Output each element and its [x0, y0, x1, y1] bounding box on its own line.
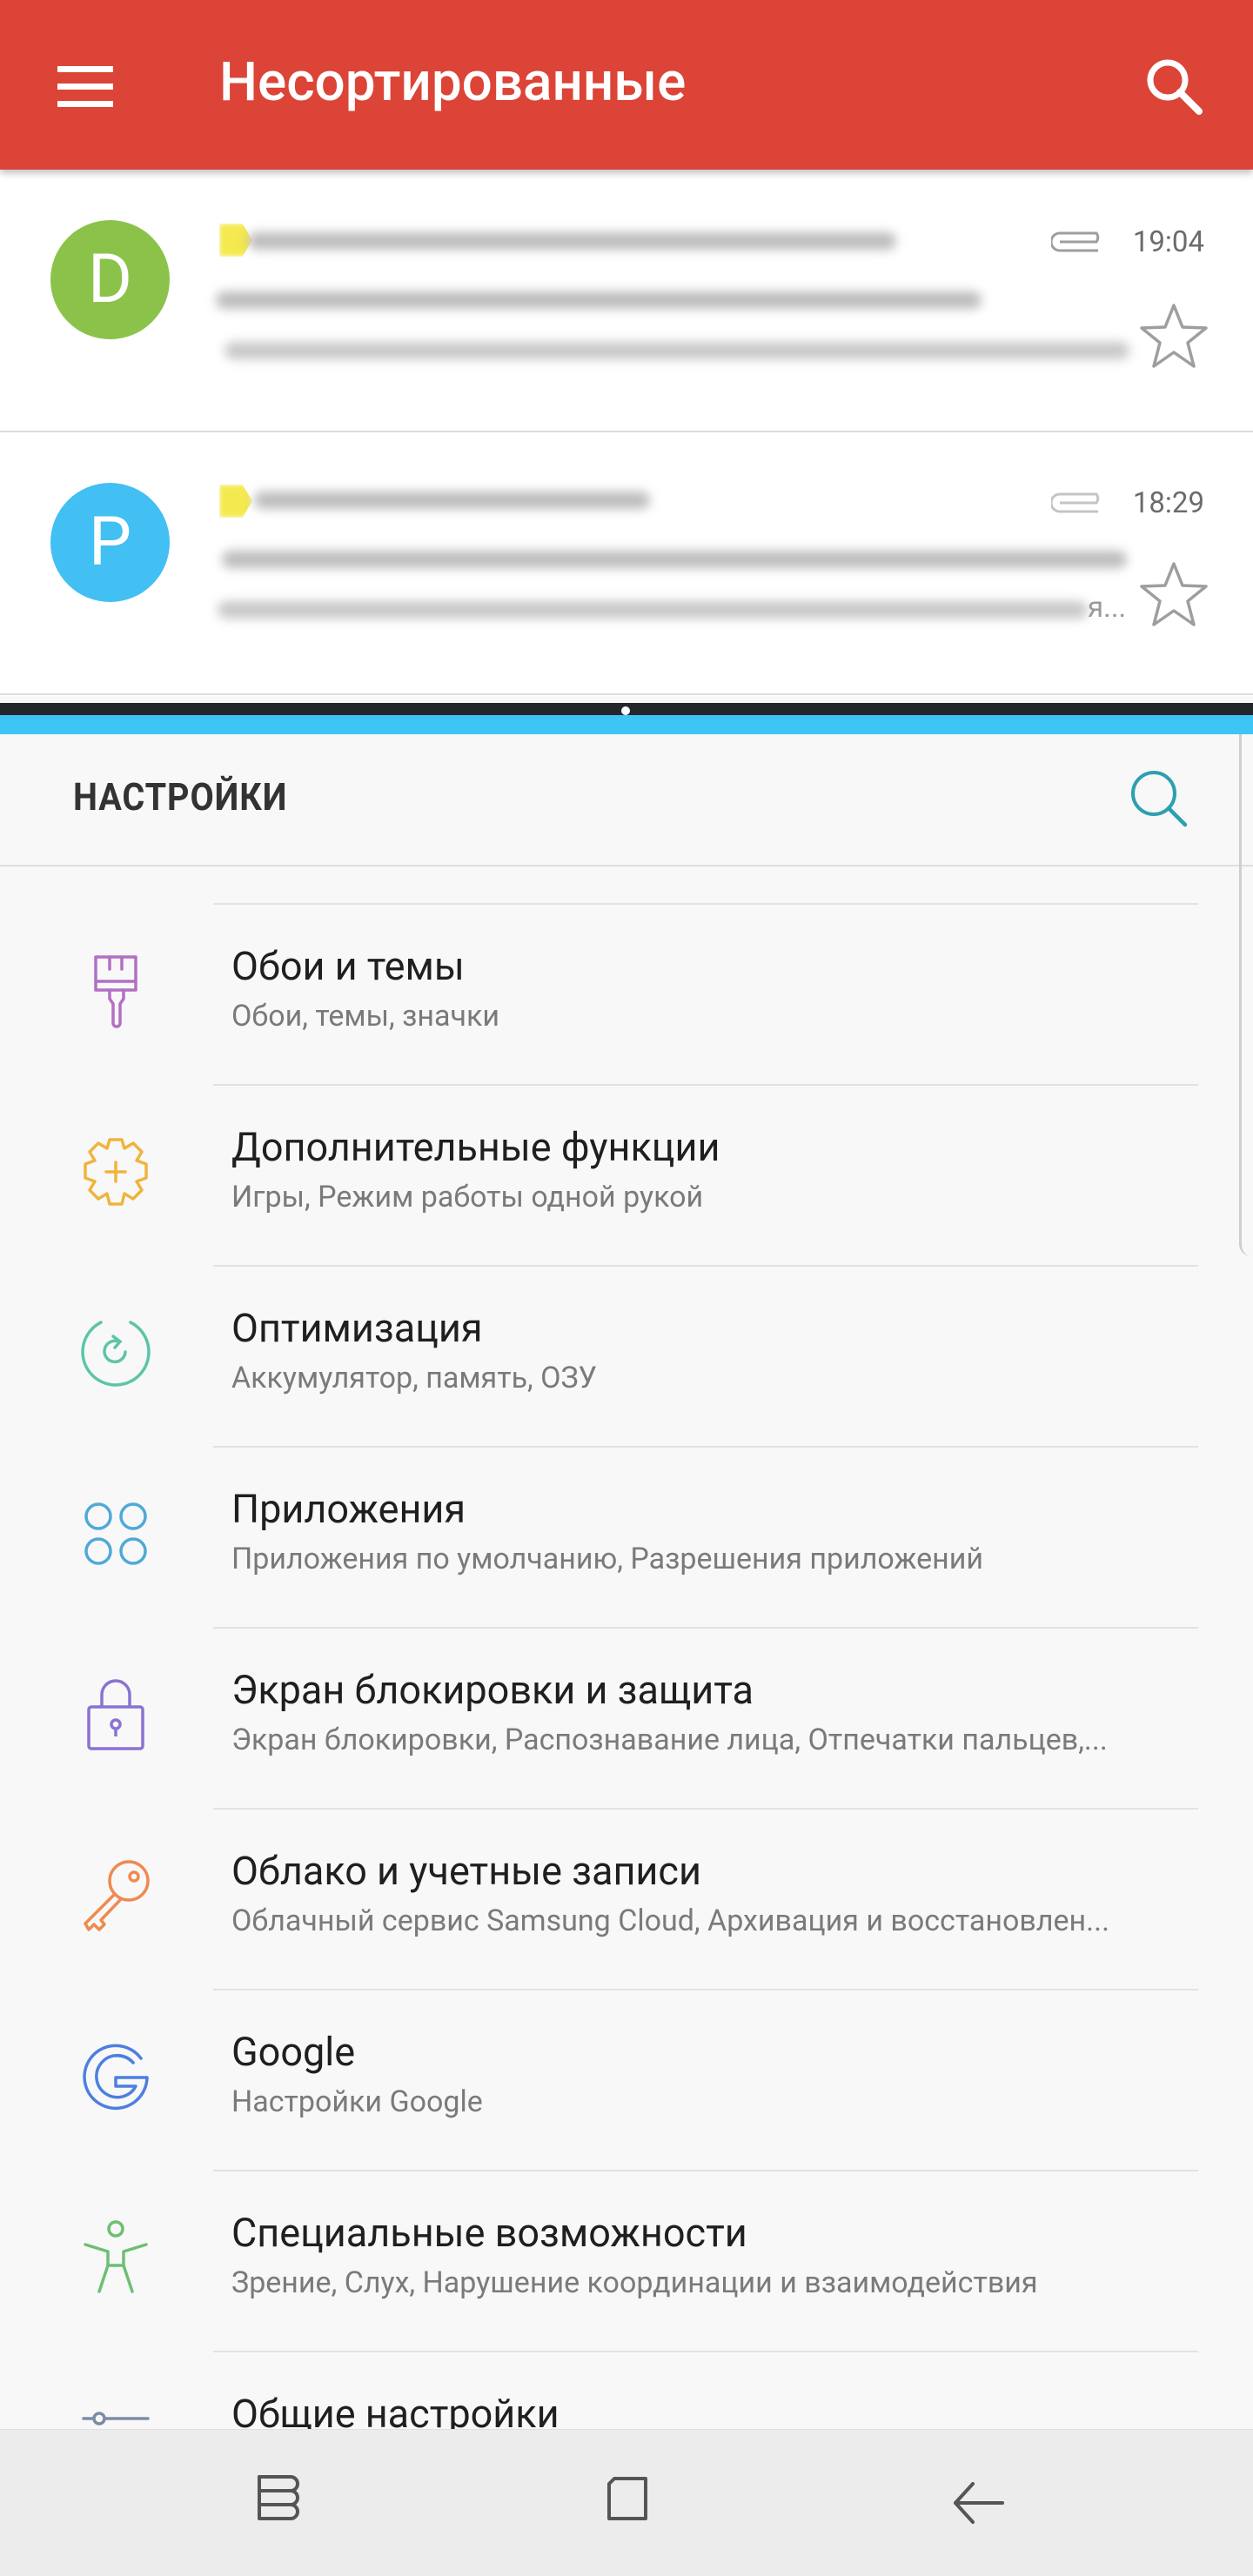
system-navigation-bar [0, 2429, 1253, 2576]
google-icon [83, 2044, 149, 2111]
important-marker-icon [219, 485, 252, 518]
settings-window: НАСТРОЙКИ Обои и темы Обои, темы, значки [0, 734, 1253, 2431]
lock-icon [87, 1679, 144, 1750]
brush-icon [94, 955, 137, 1028]
search-icon[interactable] [1121, 760, 1196, 835]
settings-item-google[interactable]: Google Настройки Google [0, 1991, 1253, 2171]
mailbox-title: Несортированные [219, 50, 687, 114]
recents-icon[interactable] [240, 2468, 310, 2538]
item-subtitle: Игры, Режим работы одной рукой [231, 1180, 704, 1214]
item-subtitle: Обои, темы, значки [231, 999, 499, 1034]
subject-redacted [216, 291, 982, 309]
message-row[interactable]: P я... 18:29 [0, 432, 1253, 695]
item-title: Google [231, 2029, 356, 2075]
subject-redacted [222, 551, 1127, 568]
gear-plus-icon [84, 1138, 148, 1206]
key-icon [84, 1860, 150, 1931]
item-title: Обои и темы [231, 943, 465, 989]
settings-item-general[interactable]: Общие настройки [0, 2352, 1253, 2431]
item-title: Приложения [231, 1486, 466, 1532]
star-icon[interactable] [1138, 559, 1209, 630]
gmail-app-bar: Несортированные [0, 0, 1253, 170]
settings-item-cloud-accounts[interactable]: Облако и учетные записи Облачный сервис … [0, 1810, 1253, 1991]
settings-item-optimization[interactable]: Оптимизация Аккумулятор, память, ОЗУ [0, 1267, 1253, 1448]
sender-redacted [248, 232, 896, 250]
settings-item-wallpapers-themes[interactable]: Обои и темы Обои, темы, значки [0, 905, 1253, 1086]
settings-item-lock-screen-security[interactable]: Экран блокировки и защита Экран блокиров… [0, 1629, 1253, 1810]
attachment-icon [1051, 231, 1100, 252]
item-title: Экран блокировки и защита [231, 1667, 754, 1713]
refresh-circle-icon [81, 1321, 151, 1387]
message-row[interactable]: D 19:04 [0, 170, 1253, 432]
snippet-tail: я... [1088, 591, 1127, 625]
settings-header: НАСТРОЙКИ [0, 734, 1253, 866]
message-time: 18:29 [1132, 486, 1204, 520]
search-icon[interactable] [1140, 52, 1209, 122]
sliders-icon [82, 2412, 150, 2425]
item-title: Дополнительные функции [231, 1124, 720, 1170]
item-title: Облако и учетные записи [231, 1848, 701, 1894]
item-subtitle: Экран блокировки, Распознавание лица, От… [231, 1723, 1108, 1757]
item-subtitle: Зрение, Слух, Нарушение координации и вз… [231, 2265, 1038, 2300]
settings-title: НАСТРОЙКИ [73, 774, 288, 820]
split-screen-divider[interactable] [0, 703, 1253, 715]
sender-avatar[interactable]: P [50, 483, 170, 602]
settings-item-apps[interactable]: Приложения Приложения по умолчанию, Разр… [0, 1448, 1253, 1629]
item-subtitle: Облачный сервис Samsung Cloud, Архивация… [231, 1904, 1110, 1938]
hamburger-menu-icon[interactable] [50, 61, 120, 113]
item-title: Оптимизация [231, 1305, 483, 1351]
star-icon[interactable] [1138, 300, 1209, 371]
item-subtitle: Настройки Google [231, 2084, 483, 2119]
attachment-icon [1051, 492, 1100, 513]
split-handle-dot[interactable] [621, 706, 630, 715]
sender-redacted [254, 492, 650, 509]
apps-icon [84, 1502, 147, 1565]
item-title: Общие настройки [231, 2391, 559, 2431]
settings-item-advanced-features[interactable]: Дополнительные функции Игры, Режим работ… [0, 1086, 1253, 1267]
item-subtitle: Аккумулятор, память, ОЗУ [231, 1361, 597, 1395]
message-list: D 19:04 P я... 18:29 [0, 170, 1253, 696]
snippet-redacted [224, 342, 1129, 359]
message-time: 19:04 [1132, 225, 1204, 259]
item-title: Специальные возможности [231, 2210, 747, 2256]
sender-avatar[interactable]: D [50, 220, 170, 339]
item-subtitle: Приложения по умолчанию, Разрешения прил… [231, 1542, 984, 1576]
snippet-redacted [218, 601, 1088, 619]
back-arrow-icon[interactable] [943, 2468, 1013, 2538]
settings-item-accessibility[interactable]: Специальные возможности Зрение, Слух, На… [0, 2171, 1253, 2352]
accessibility-icon [84, 2220, 148, 2293]
split-window-focus-bar [0, 715, 1253, 734]
home-icon[interactable] [592, 2468, 661, 2538]
